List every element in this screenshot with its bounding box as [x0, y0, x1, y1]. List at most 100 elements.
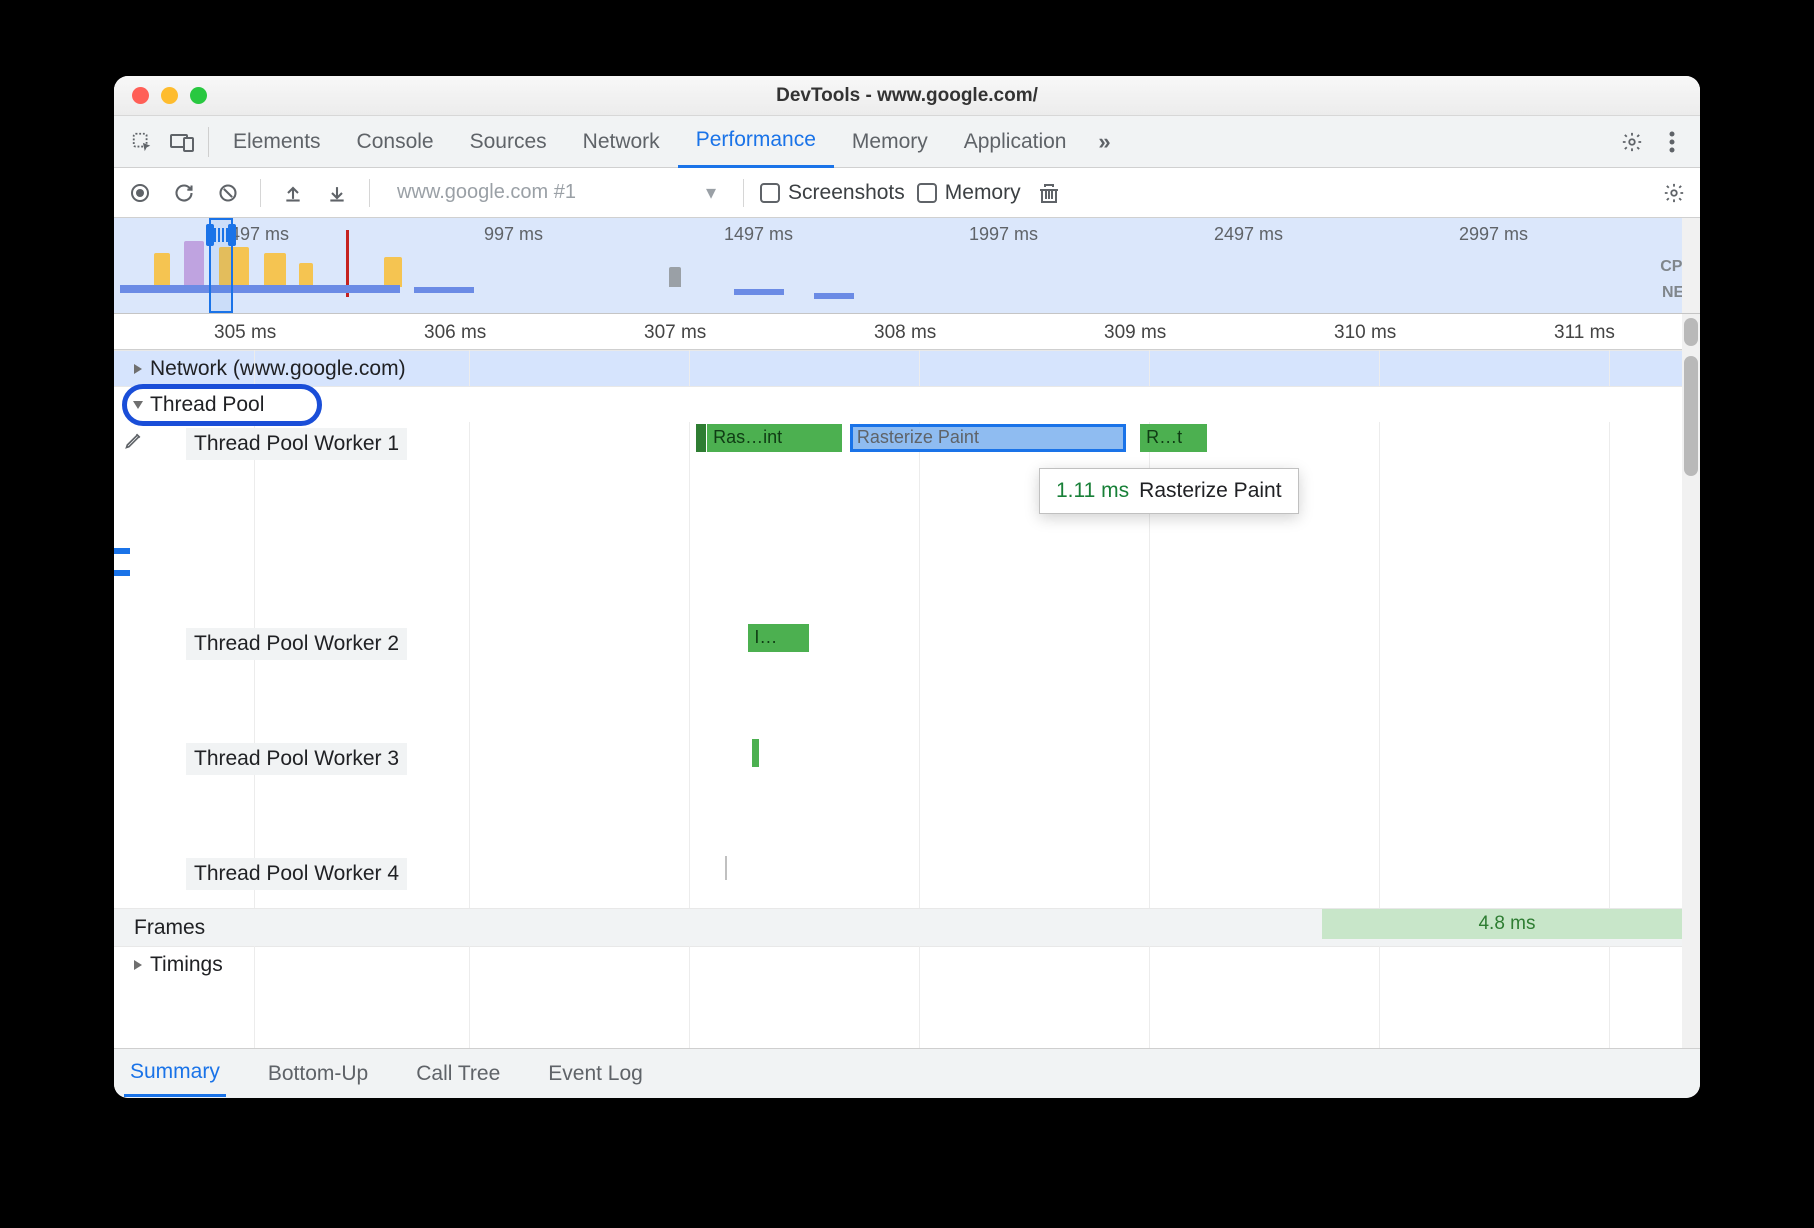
selection-handle-right[interactable] — [228, 224, 236, 246]
memory-label: Memory — [945, 181, 1021, 205]
tab-bottom-up[interactable]: Bottom-Up — [262, 1052, 374, 1096]
time-ruler[interactable]: 305 ms 306 ms 307 ms 308 ms 309 ms 310 m… — [114, 314, 1700, 350]
flame-scrollbar[interactable] — [1682, 350, 1700, 1048]
overview-net-bar — [814, 293, 854, 299]
frame-bar[interactable]: 4.8 ms — [1322, 909, 1692, 939]
overview-tick: 2997 ms — [1459, 224, 1528, 245]
kebab-menu-icon[interactable] — [1652, 122, 1692, 162]
flame-event[interactable]: Ras…int — [707, 424, 842, 452]
devtools-window: DevTools - www.google.com/ Elements Cons… — [114, 76, 1700, 1098]
timeline-overview[interactable]: 497 ms 997 ms 1497 ms 1997 ms 2497 ms 29… — [114, 218, 1700, 314]
device-toggle-icon[interactable] — [162, 122, 202, 162]
overview-tick: 497 ms — [230, 224, 289, 245]
timings-label: Timings — [150, 953, 223, 977]
settings-icon[interactable] — [1612, 122, 1652, 162]
profile-select[interactable]: www.google.com #1 ▾ — [386, 179, 727, 206]
track-marker — [114, 548, 130, 554]
screenshots-label: Screenshots — [788, 181, 905, 205]
memory-checkbox[interactable]: Memory — [917, 181, 1021, 205]
details-tabs: Summary Bottom-Up Call Tree Event Log — [114, 1048, 1700, 1098]
overview-scrollbar[interactable] — [1682, 218, 1700, 314]
annotation-circle — [122, 384, 322, 426]
profile-select-value: www.google.com #1 — [397, 181, 576, 204]
worker-label: Thread Pool Worker 1 — [186, 428, 407, 460]
overview-activity — [299, 263, 313, 287]
ruler-tick: 305 ms — [214, 322, 276, 344]
tab-call-tree[interactable]: Call Tree — [410, 1052, 506, 1096]
tab-elements[interactable]: Elements — [215, 116, 339, 168]
ruler-tick: 306 ms — [424, 322, 486, 344]
tab-performance[interactable]: Performance — [678, 116, 834, 168]
separator — [208, 127, 209, 157]
flame-event[interactable]: R…t — [1140, 424, 1207, 452]
inspect-element-icon[interactable] — [122, 122, 162, 162]
more-tabs-button[interactable]: » — [1084, 122, 1124, 162]
window-close-button[interactable] — [132, 87, 149, 104]
tab-console[interactable]: Console — [339, 116, 452, 168]
flame-event[interactable]: I… — [748, 624, 808, 652]
checkbox-icon — [760, 183, 780, 203]
ruler-tick: 309 ms — [1104, 322, 1166, 344]
record-button[interactable] — [124, 177, 156, 209]
worker-row: Thread Pool Worker 2 I… — [114, 622, 1700, 737]
tab-application[interactable]: Application — [946, 116, 1085, 168]
overview-tick: 1497 ms — [724, 224, 793, 245]
network-track-header[interactable]: Network (www.google.com) — [114, 350, 1700, 386]
ruler-tick: 310 ms — [1334, 322, 1396, 344]
ruler-tick: 308 ms — [874, 322, 936, 344]
clear-button[interactable] — [212, 177, 244, 209]
flame-event-selected[interactable]: Rasterize Paint — [850, 424, 1126, 452]
track-marker — [114, 570, 130, 576]
timings-track-header[interactable]: Timings — [114, 946, 1700, 982]
chevron-right-icon — [134, 364, 142, 374]
tab-network[interactable]: Network — [565, 116, 678, 168]
load-profile-button[interactable] — [277, 177, 309, 209]
ruler-tick: 307 ms — [644, 322, 706, 344]
selection-handle-left[interactable] — [206, 224, 214, 246]
network-track-label: Network (www.google.com) — [150, 357, 406, 381]
tab-sources[interactable]: Sources — [452, 116, 565, 168]
separator — [369, 179, 370, 207]
scrollbar-thumb[interactable] — [1684, 356, 1698, 476]
tab-memory[interactable]: Memory — [834, 116, 946, 168]
titlebar: DevTools - www.google.com/ — [114, 76, 1700, 116]
traffic-lights — [132, 87, 207, 104]
window-title: DevTools - www.google.com/ — [114, 85, 1700, 107]
overview-activity — [184, 241, 204, 287]
collect-garbage-button[interactable] — [1033, 177, 1065, 209]
tooltip-duration: 1.11 ms — [1056, 479, 1129, 502]
edit-icon[interactable] — [124, 430, 146, 450]
frames-track-header[interactable]: Frames 4.8 ms — [114, 908, 1700, 946]
screenshots-checkbox[interactable]: Screenshots — [760, 181, 905, 205]
flame-event-sliver — [725, 856, 727, 880]
threadpool-track-header[interactable]: Thread Pool — [114, 386, 1700, 422]
window-minimize-button[interactable] — [161, 87, 178, 104]
overview-net-bar — [734, 289, 784, 295]
worker-row: Thread Pool Worker 3 — [114, 737, 1700, 852]
tab-event-log[interactable]: Event Log — [542, 1052, 649, 1096]
ruler-tick: 311 ms — [1554, 322, 1615, 344]
window-zoom-button[interactable] — [190, 87, 207, 104]
worker-row: Thread Pool Worker 4 — [114, 852, 1700, 908]
tab-summary[interactable]: Summary — [124, 1050, 226, 1097]
capture-settings-icon[interactable] — [1658, 177, 1690, 209]
overview-activity — [264, 253, 286, 287]
checkbox-icon — [917, 183, 937, 203]
overview-tick: 1997 ms — [969, 224, 1038, 245]
frame-duration: 4.8 ms — [1478, 913, 1535, 935]
flame-event-edge — [696, 424, 706, 452]
chevron-down-icon: ▾ — [706, 180, 716, 205]
ruler-scrollbar-gutter — [1682, 314, 1700, 350]
reload-button[interactable] — [168, 177, 200, 209]
overview-selection[interactable] — [209, 218, 233, 313]
scrollbar-thumb[interactable] — [1684, 318, 1698, 346]
tooltip-name: Rasterize Paint — [1139, 479, 1281, 502]
flame-event[interactable] — [752, 739, 760, 767]
overview-activity — [669, 267, 681, 287]
overview-activity — [384, 257, 402, 287]
hover-tooltip: 1.11 ms Rasterize Paint — [1039, 468, 1299, 514]
overview-tick: 997 ms — [484, 224, 543, 245]
separator — [260, 179, 261, 207]
save-profile-button[interactable] — [321, 177, 353, 209]
flame-chart[interactable]: Network (www.google.com) Thread Pool Thr… — [114, 350, 1700, 1048]
